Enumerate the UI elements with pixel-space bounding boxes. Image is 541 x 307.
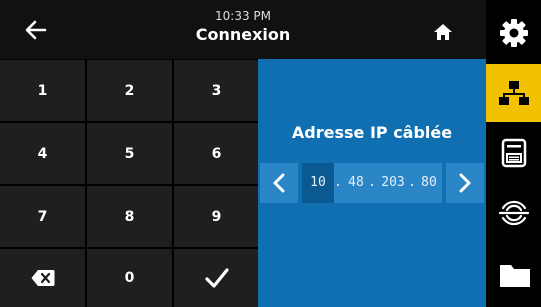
next-octet-button[interactable] [446,163,484,203]
sensor-icon [498,200,530,226]
chevron-right-icon [459,173,471,193]
ip-octet-3[interactable]: 203 [378,173,408,193]
key-4[interactable]: 4 [0,123,85,184]
ip-separator: . [368,175,376,190]
backspace-icon [31,270,54,286]
key-3[interactable]: 3 [174,60,259,121]
key-5[interactable]: 5 [87,123,172,184]
checkmark-icon [204,268,229,288]
sidebar-item-sensor[interactable] [486,184,541,242]
ip-separator: . [408,175,416,190]
key-8[interactable]: 8 [87,186,172,247]
ip-separator: . [334,175,342,190]
folder-icon [500,265,530,287]
ip-octet-4[interactable]: 80 [418,173,440,193]
key-1[interactable]: 1 [0,60,85,121]
settings-icon [500,19,528,47]
key-6[interactable]: 6 [174,123,259,184]
home-icon[interactable] [433,22,453,42]
clock-time: 10:33 PM [215,9,271,23]
chevron-left-icon [273,173,285,193]
printer-icon [501,138,527,168]
sidebar-item-settings[interactable] [486,4,541,62]
ip-octet-2[interactable]: 48 [344,173,368,193]
network-icon [499,81,529,105]
sidebar-item-storage[interactable] [486,244,541,302]
key-2[interactable]: 2 [87,60,172,121]
ip-octet-1[interactable]: 10 [302,163,334,203]
backspace-button[interactable] [0,249,85,307]
previous-octet-button[interactable] [260,163,298,203]
ip-editor: 10 . 48 . 203 . 80 [258,163,486,203]
sidebar [486,0,541,307]
ip-field: 10 . 48 . 203 . 80 [302,163,442,203]
sidebar-item-network[interactable] [486,64,541,122]
header-bar: 10:33 PM Connexion [0,0,486,59]
panel-title: Adresse IP câblée [291,123,453,142]
key-0[interactable]: 0 [87,249,172,307]
confirm-button[interactable] [174,249,259,307]
sidebar-item-printer[interactable] [486,124,541,182]
numeric-keypad: 1 2 3 4 5 6 7 8 9 0 [0,59,259,307]
key-9[interactable]: 9 [174,186,259,247]
key-7[interactable]: 7 [0,186,85,247]
ip-address-panel: Adresse IP câblée 10 . 48 . 203 . 80 [258,59,486,307]
page-title: Connexion [195,25,291,44]
